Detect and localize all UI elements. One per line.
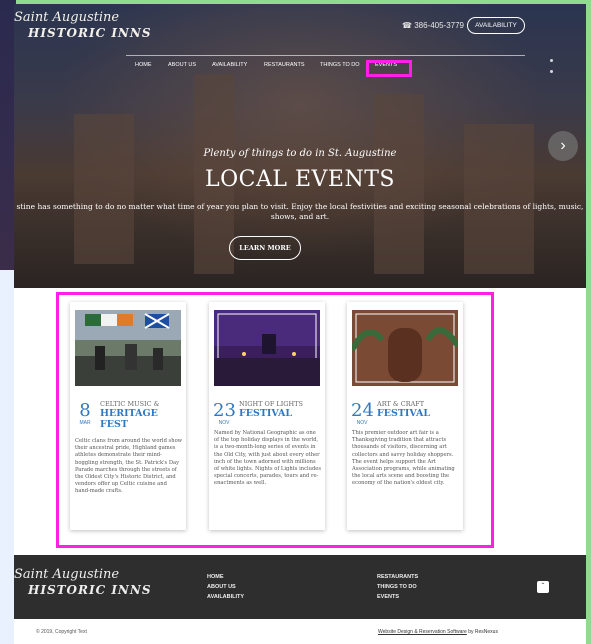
event-name[interactable]: HERITAGE FEST [100,408,184,430]
site-logo[interactable]: Saint Augustine HISTORIC INNS [14,10,151,44]
footer-link-events[interactable]: EVENTS [377,594,399,600]
event-card-art-craft[interactable]: 24 NOV ART & CRAFT FESTIVAL This premier… [347,302,463,530]
event-card-celtic[interactable]: 8 MAR CELTIC MUSIC & HERITAGE FEST Celti… [70,302,186,530]
footer-link-things-to-do[interactable]: THINGS TO DO [377,584,417,590]
nav-home[interactable]: HOME [135,62,152,68]
slider-dots[interactable] [550,59,554,81]
logo-line-2: HISTORIC INNS [28,26,152,40]
credit-suffix: by ResNexus [466,629,498,635]
web-page: Saint Augustine HISTORIC INNS ☎ 386-405-… [14,4,586,644]
page-title: LOCAL EVENTS [205,167,395,192]
event-name[interactable]: FESTIVAL [377,408,461,419]
night-of-lights-image [214,310,320,386]
nav-about-us[interactable]: ABOUT US [168,62,196,68]
event-month: NOV [218,420,230,426]
footer-link-about-us[interactable]: ABOUT US [207,584,236,590]
credit-text: Website Design & Reservation Software by… [378,629,498,635]
event-category: ART & CRAFT [377,400,425,408]
footer-link-restaurants[interactable]: RESTAURANTS [377,574,418,580]
event-month: MAR [79,420,91,426]
copyright-bar: © 2019, Copyright Text Website Design & … [14,619,586,644]
footer-logo-line-2: HISTORIC INNS [28,583,152,597]
nav-restaurants[interactable]: RESTAURANTS [264,62,305,68]
learn-more-button[interactable]: LEARN MORE [229,236,301,260]
celtic-fest-image [75,310,181,386]
event-name-line-1: FESTIVAL [239,408,293,419]
event-category: NIGHT OF LIGHTS [239,400,303,408]
nav-availability[interactable]: AVAILABILITY [212,62,247,68]
nav-divider [126,55,525,56]
event-category: CELTIC MUSIC & [100,400,160,408]
event-name-line-2: FEST [100,419,128,430]
event-day: 8 [79,400,91,421]
event-description: Named by National Geographic as one of t… [214,430,322,487]
event-name-line-1: HERITAGE [100,408,158,419]
event-month: NOV [356,420,368,426]
credit-link[interactable]: Website Design & Reservation Software [378,629,467,635]
events-nav-highlight [366,60,412,77]
phone-number[interactable]: ☎ 386-405-3779 [402,21,464,30]
event-name-line-1: FESTIVAL [377,408,431,419]
footer-link-availability[interactable]: AVAILABILITY [207,594,244,600]
chevron-up-icon[interactable]: ˆ [537,581,549,593]
event-card-night-of-lights[interactable]: 23 NOV NIGHT OF LIGHTS FESTIVAL Named by… [209,302,325,530]
hero-intro-line-2: shows, and art. [270,212,330,221]
event-description: This premier outdoor art fair is a Thank… [352,430,455,487]
site-footer: Saint Augustine HISTORIC INNS HOME ABOUT… [14,555,586,619]
footer-logo-line-1: Saint Augustine [14,567,120,582]
footer-link-home[interactable]: HOME [207,574,224,580]
logo-line-1: Saint Augustine [14,10,120,25]
event-day: 24 [351,400,374,421]
availability-button[interactable]: AVAILABILITY [467,17,525,34]
nav-things-to-do[interactable]: THINGS TO DO [320,62,360,68]
art-craft-festival-image [352,310,458,386]
hero-intro-line-1: stine has something to do no matter what… [16,202,584,211]
event-name[interactable]: FESTIVAL [239,408,323,419]
copyright-text: © 2019, Copyright Text [36,629,87,635]
hero-section: Saint Augustine HISTORIC INNS ☎ 386-405-… [14,4,586,288]
hero-subtitle: Plenty of things to do in St. Augustine [203,148,397,159]
event-day: 23 [213,400,236,421]
event-description: Celtic clans from around the world show … [75,438,183,495]
